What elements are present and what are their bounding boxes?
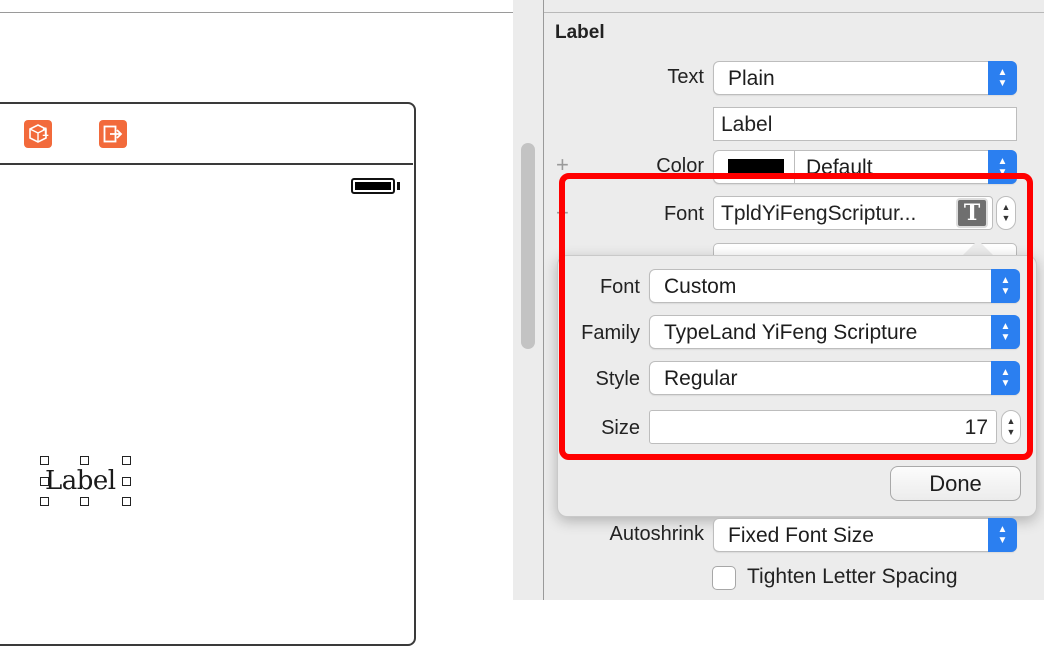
first-responder-icon[interactable]: 1 bbox=[24, 120, 52, 148]
scene-dock-divider bbox=[0, 163, 413, 165]
text-type-popup[interactable]: Plain ▲ ▼ bbox=[713, 61, 1017, 95]
resize-handle[interactable] bbox=[40, 497, 49, 506]
red-highlight-annotation bbox=[559, 173, 1033, 460]
resize-handle[interactable] bbox=[122, 456, 131, 465]
label-text-field[interactable]: Label bbox=[713, 107, 1017, 141]
selected-label[interactable]: Label bbox=[45, 466, 116, 496]
autoshrink-value: Fixed Font Size bbox=[728, 524, 874, 547]
autoshrink-popup[interactable]: Fixed Font Size ▲ ▼ bbox=[713, 518, 1017, 552]
autoshrink-label: Autoshrink bbox=[609, 523, 705, 545]
chevron-updown-icon: ▲ ▼ bbox=[988, 61, 1017, 95]
resize-handle[interactable] bbox=[80, 497, 89, 506]
exit-icon[interactable] bbox=[99, 120, 127, 148]
resize-handle[interactable] bbox=[122, 477, 131, 486]
battery-icon bbox=[351, 178, 395, 194]
vertical-scrollbar[interactable] bbox=[521, 143, 535, 349]
text-type-value: Plain bbox=[728, 67, 775, 90]
battery-nub bbox=[397, 182, 400, 190]
tighten-letter-spacing-checkbox[interactable] bbox=[712, 566, 736, 590]
done-button[interactable]: Done bbox=[890, 466, 1021, 501]
resize-handle[interactable] bbox=[40, 456, 49, 465]
resize-handle[interactable] bbox=[80, 456, 89, 465]
inspector-top-divider bbox=[544, 12, 1044, 13]
chevron-updown-icon: ▲ ▼ bbox=[988, 518, 1017, 552]
resize-handle[interactable] bbox=[122, 497, 131, 506]
canvas-top-divider bbox=[0, 12, 513, 13]
scene-icon-badge: 1 bbox=[42, 125, 49, 139]
label-text-value: Label bbox=[721, 113, 773, 136]
text-row-label: Text bbox=[667, 66, 704, 88]
tighten-letter-spacing-label: Tighten Letter Spacing bbox=[747, 565, 958, 588]
section-title: Label bbox=[555, 22, 605, 43]
